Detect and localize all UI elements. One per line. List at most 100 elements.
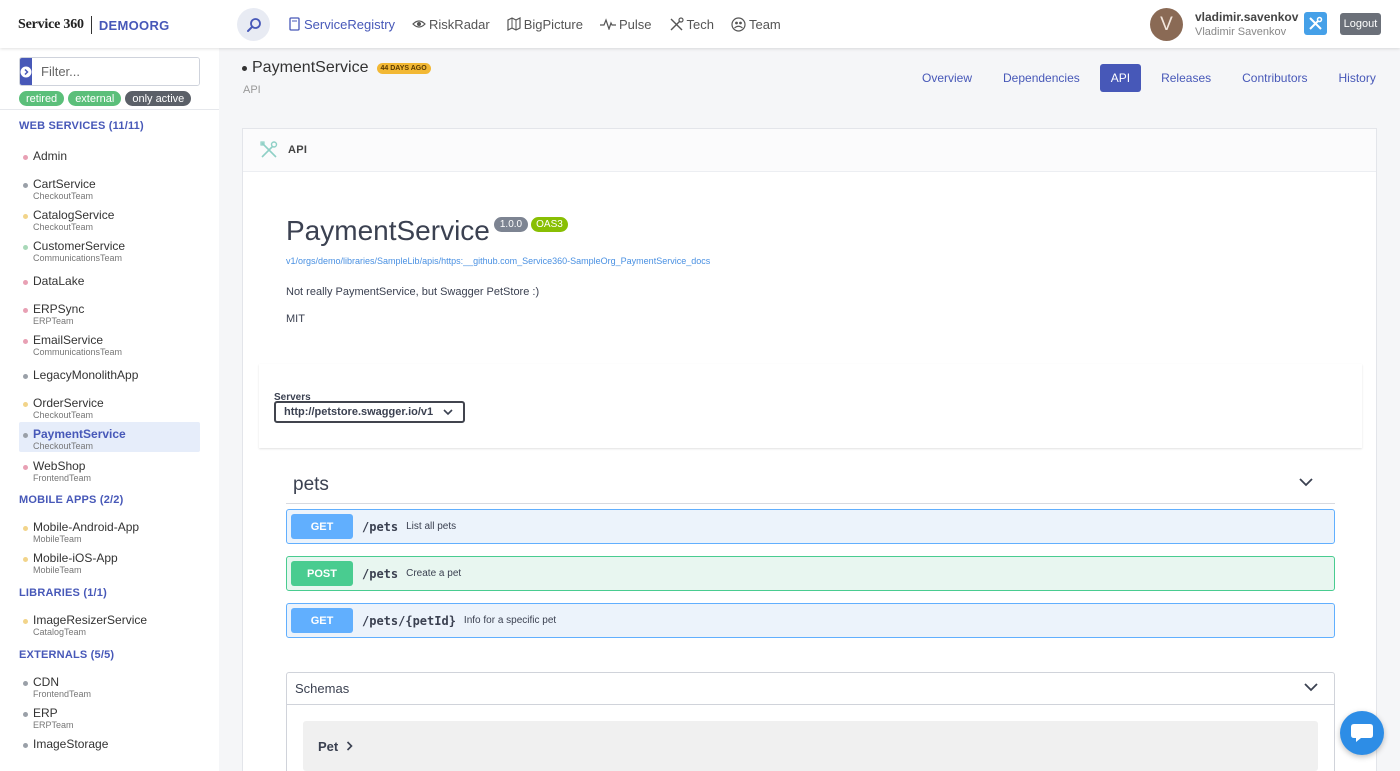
- swagger-title: PaymentService: [286, 215, 490, 246]
- sidebar-item[interactable]: EmailService CommunicationsTeam: [19, 333, 200, 358]
- method-badge: POST: [291, 561, 353, 586]
- sidebar-item-label: OrderService: [33, 396, 104, 410]
- sidebar-item[interactable]: Admin: [19, 149, 200, 163]
- sidebar-item-label: DataLake: [33, 274, 85, 288]
- sidebar-item-team: FrontendTeam: [33, 689, 92, 699]
- operation-path: /pets: [362, 519, 399, 534]
- sidebar-item-team: ERPTeam: [33, 316, 74, 326]
- operation-summary: List all pets: [406, 521, 457, 532]
- sidebar-item[interactable]: Mobile-Android-App MobileTeam: [19, 520, 200, 545]
- sidebar-divider: [0, 109, 219, 110]
- card-header: API: [243, 129, 1376, 172]
- logo[interactable]: Service 360 DEMOORG: [18, 14, 170, 36]
- tag-only-active[interactable]: only active: [125, 91, 192, 106]
- tag-external[interactable]: external: [68, 91, 122, 106]
- sidebar-item[interactable]: OrderService CheckoutTeam: [19, 396, 200, 421]
- chevron-right-circle-icon: [20, 66, 32, 77]
- tab-dependencies[interactable]: Dependencies: [992, 64, 1091, 92]
- tag-retired[interactable]: retired: [19, 91, 65, 106]
- nav-label: Pulse: [618, 16, 652, 32]
- status-dot: [23, 557, 28, 562]
- section-libraries[interactable]: LIBRARIES (1/1): [19, 587, 107, 599]
- tab-history[interactable]: History: [1328, 64, 1387, 92]
- search-icon: [246, 17, 261, 32]
- sidebar-item-team: CheckoutTeam: [33, 222, 94, 232]
- logout-button[interactable]: Logout: [1340, 13, 1381, 35]
- settings-tools-button[interactable]: [1304, 12, 1327, 35]
- filter-input[interactable]: [32, 58, 199, 85]
- sidebar-item-label: CustomerService: [33, 239, 126, 253]
- user-menu[interactable]: V vladimir.savenkov Vladimir Savenkov: [1150, 8, 1298, 41]
- nav-label: ServiceRegistry: [304, 16, 396, 32]
- sidebar-item-team: ERPTeam: [33, 720, 74, 730]
- tab-api[interactable]: API: [1099, 64, 1142, 92]
- sidebar-item[interactable]: ERP ERPTeam: [19, 706, 200, 731]
- chat-widget-button[interactable]: [1340, 711, 1384, 755]
- sidebar-item[interactable]: ImageStorage: [19, 737, 200, 751]
- search-button[interactable]: [237, 8, 270, 41]
- section-externals[interactable]: EXTERNALS (5/5): [19, 649, 114, 661]
- operation-post-pets[interactable]: POST /pets Create a pet: [286, 556, 1335, 591]
- nav-tech[interactable]: Tech: [669, 17, 714, 32]
- tab-releases[interactable]: Releases: [1150, 64, 1222, 92]
- sidebar-item[interactable]: ERPSync ERPTeam: [19, 302, 200, 327]
- tab-contributors[interactable]: Contributors: [1231, 64, 1318, 92]
- tools-icon: [260, 141, 278, 158]
- logo-separator: [90, 16, 92, 34]
- eye-icon: [412, 20, 426, 28]
- api-license: MIT: [286, 313, 305, 325]
- nav-service-registry[interactable]: ServiceRegistry: [288, 17, 395, 32]
- schemas-header[interactable]: Schemas: [287, 673, 1334, 705]
- server-selected-value: http://petstore.swagger.io/v1: [284, 406, 434, 418]
- nav-label: BigPicture: [523, 16, 583, 32]
- sidebar-item[interactable]: CustomerService CommunicationsTeam: [19, 239, 200, 264]
- status-dot: [23, 214, 28, 219]
- status-dot: [23, 245, 28, 250]
- operation-path: /pets: [362, 566, 399, 581]
- nav-pulse[interactable]: Pulse: [599, 16, 652, 32]
- sidebar-item-label: Mobile-iOS-App: [33, 551, 118, 565]
- document-icon: [289, 17, 300, 31]
- sidebar-item[interactable]: CartService CheckoutTeam: [19, 177, 200, 202]
- api-card: API PaymentService 1.0.0 OAS3 v1/orgs/de…: [242, 128, 1377, 771]
- page-tabs: Overview Dependencies API Releases Contr…: [911, 64, 1396, 92]
- sidebar-item[interactable]: CDN FrontendTeam: [19, 675, 200, 700]
- spec-url-link[interactable]: v1/orgs/demo/libraries/SampleLib/apis/ht…: [286, 256, 710, 266]
- status-dot: [23, 183, 28, 188]
- section-web-services[interactable]: WEB SERVICES (11/11): [19, 120, 144, 132]
- sidebar-item[interactable]: LegacyMonolithApp: [19, 368, 200, 382]
- sidebar-item[interactable]: WebShop FrontendTeam: [19, 459, 200, 484]
- operation-summary: Create a pet: [406, 568, 462, 579]
- page-title-row: PaymentService 44 DAYS AGO: [242, 59, 431, 77]
- status-dot: [23, 155, 28, 160]
- sidebar-item-selected[interactable]: PaymentService CheckoutTeam: [19, 422, 200, 452]
- operation-summary: Info for a specific pet: [463, 615, 557, 626]
- operation-get-pet-by-id[interactable]: GET /pets/{petId} Info for a specific pe…: [286, 603, 1335, 638]
- nav-team[interactable]: Team: [731, 17, 781, 32]
- status-dot: [23, 712, 28, 717]
- filter-toggle-button[interactable]: [20, 58, 32, 85]
- sidebar: retired external only active WEB SERVICE…: [0, 48, 219, 771]
- operations-tag-pets[interactable]: pets: [286, 464, 1335, 504]
- sidebar-item[interactable]: CatalogService CheckoutTeam: [19, 208, 200, 233]
- nav-big-picture[interactable]: BigPicture: [507, 17, 583, 32]
- swagger-title-row: PaymentService 1.0.0 OAS3: [286, 215, 568, 247]
- tools-icon: [670, 16, 684, 30]
- status-dot: [23, 743, 28, 748]
- sidebar-item-team: CheckoutTeam: [33, 441, 94, 451]
- section-mobile-apps[interactable]: MOBILE APPS (2/2): [19, 494, 123, 506]
- schema-item-pet[interactable]: Pet: [303, 721, 1318, 771]
- nav-risk-radar[interactable]: RiskRadar: [412, 17, 490, 32]
- sidebar-item-label: CDN: [33, 675, 59, 689]
- sidebar-item-team: CatalogTeam: [33, 627, 87, 637]
- sidebar-item-team: CommunicationsTeam: [33, 347, 123, 357]
- sidebar-item-label: Mobile-Android-App: [33, 520, 140, 534]
- servers-select[interactable]: http://petstore.swagger.io/v1: [274, 401, 465, 423]
- sidebar-item-team: CheckoutTeam: [33, 410, 94, 420]
- chevron-down-icon: [1299, 478, 1313, 487]
- sidebar-item[interactable]: Mobile-iOS-App MobileTeam: [19, 551, 200, 576]
- operation-get-pets[interactable]: GET /pets List all pets: [286, 509, 1335, 544]
- sidebar-item[interactable]: DataLake: [19, 274, 200, 288]
- tab-overview[interactable]: Overview: [911, 64, 983, 92]
- sidebar-item[interactable]: ImageResizerService CatalogTeam: [19, 613, 200, 638]
